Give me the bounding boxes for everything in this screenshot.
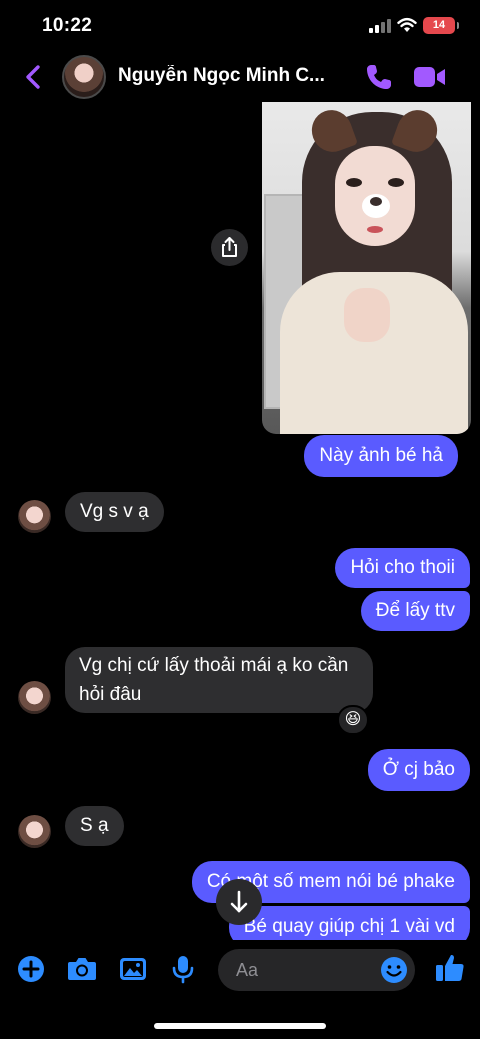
message-line: hỏi đâu xyxy=(79,684,142,705)
photo-message[interactable] xyxy=(262,102,471,434)
message-outgoing[interactable]: Hỏi cho thoii xyxy=(335,548,470,588)
signal-icon xyxy=(369,19,391,33)
like-icon[interactable] xyxy=(434,952,466,984)
back-icon[interactable] xyxy=(22,64,44,90)
message-incoming[interactable]: Vg s v ạ xyxy=(65,492,164,532)
message-input-field[interactable] xyxy=(218,949,415,991)
sender-avatar[interactable] xyxy=(18,815,51,848)
message-outgoing[interactable]: Này ảnh bé hả xyxy=(304,435,458,477)
battery-indicator: 14 xyxy=(423,17,459,34)
message-outgoing[interactable]: Ở cj bảo xyxy=(367,749,470,791)
sender-avatar[interactable] xyxy=(18,500,51,533)
reaction-badge[interactable]: 😆 xyxy=(337,705,369,735)
message-line: Vg chị cứ lấy thoải mái ạ ko cần xyxy=(79,655,349,676)
sender-avatar[interactable] xyxy=(18,681,51,714)
arrow-down-icon xyxy=(230,890,248,913)
status-time: 10:22 xyxy=(42,15,93,36)
camera-icon[interactable] xyxy=(66,954,98,984)
wifi-icon xyxy=(397,17,417,32)
microphone-icon[interactable] xyxy=(168,954,198,984)
plus-icon[interactable] xyxy=(16,954,46,984)
message-incoming[interactable]: Vg chị cứ lấy thoải mái ạ ko cần hỏi đâu xyxy=(65,647,373,713)
message-incoming[interactable]: S ạ xyxy=(65,806,124,846)
video-call-icon[interactable] xyxy=(413,64,447,90)
conversation-header: Nguyễn Ngọc Minh C... xyxy=(0,52,480,102)
message-outgoing[interactable]: Để lấy ttv xyxy=(360,591,470,631)
message-input[interactable] xyxy=(236,949,386,991)
dog-nose-filter xyxy=(362,194,390,218)
scroll-to-bottom-button[interactable] xyxy=(216,879,262,925)
gallery-icon[interactable] xyxy=(118,954,148,984)
home-indicator xyxy=(154,1023,326,1029)
contact-name[interactable]: Nguyễn Ngọc Minh C... xyxy=(118,65,336,87)
contact-avatar[interactable] xyxy=(62,55,106,99)
emoji-icon[interactable] xyxy=(380,956,408,984)
share-button[interactable] xyxy=(211,229,248,266)
call-icon[interactable] xyxy=(365,63,393,91)
message-composer xyxy=(0,940,480,1000)
status-bar: 10:22 14 xyxy=(0,0,480,52)
share-icon xyxy=(222,237,237,257)
